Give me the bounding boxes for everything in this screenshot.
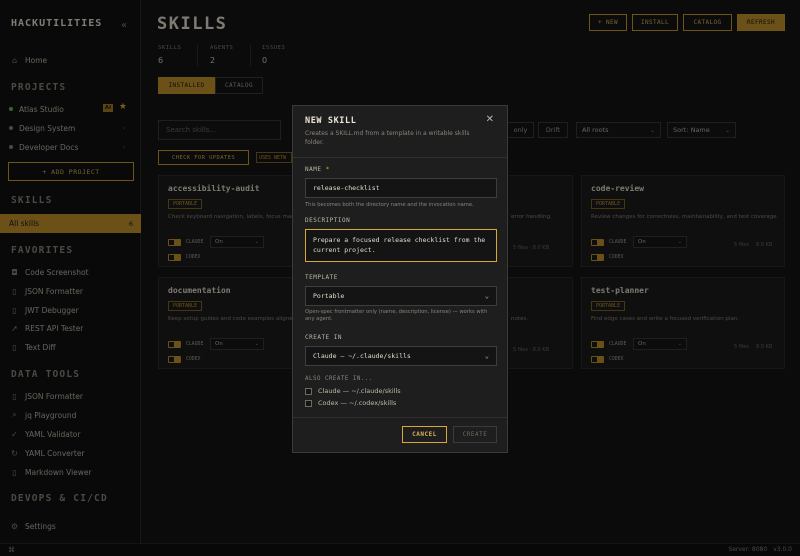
chevron-down-icon: ⌄ [484,292,489,300]
cancel-button[interactable]: CANCEL [402,426,447,443]
also-create-claude[interactable]: Claude — ~/.claude/skills [305,387,401,395]
name-hint: This becomes both the directory name and… [305,202,474,208]
also-create-label: ALSO CREATE IN... [305,376,373,382]
divider [293,157,507,158]
select-value: Claude — ~/.claude/skills [313,352,411,360]
dialog-subtitle: Creates a SKILL.md from a template in a … [305,130,470,146]
chevron-down-icon: ⌄ [484,352,489,360]
description-textarea[interactable]: Prepare a focused release checklist from… [305,229,497,262]
template-select[interactable]: Portable ⌄ [305,286,497,306]
create-button[interactable]: CREATE [453,426,497,443]
required-marker: * [325,166,330,173]
name-input[interactable]: release-checklist [305,178,497,198]
divider [293,417,507,418]
name-label: NAME * [305,166,330,173]
template-label: TEMPLATE [305,274,338,281]
create-in-label: CREATE IN [305,334,343,341]
also-create-codex[interactable]: Codex — ~/.codex/skills [305,399,396,407]
close-icon[interactable]: ✕ [486,114,494,125]
dialog-title: NEW SKILL [305,116,357,126]
label-text: NAME [305,166,322,173]
select-value: Portable [313,292,345,300]
checkbox[interactable] [305,387,312,395]
create-in-select[interactable]: Claude — ~/.claude/skills ⌄ [305,346,497,366]
checkbox-label: Claude — ~/.claude/skills [318,387,401,395]
description-label: DESCRIPTION [305,217,351,224]
checkbox[interactable] [305,399,312,407]
template-hint: Open-spec frontmatter only (name, descri… [305,309,488,322]
checkbox-label: Codex — ~/.codex/skills [318,399,397,407]
new-skill-dialog: NEW SKILL ✕ Creates a SKILL.md from a te… [292,105,508,453]
